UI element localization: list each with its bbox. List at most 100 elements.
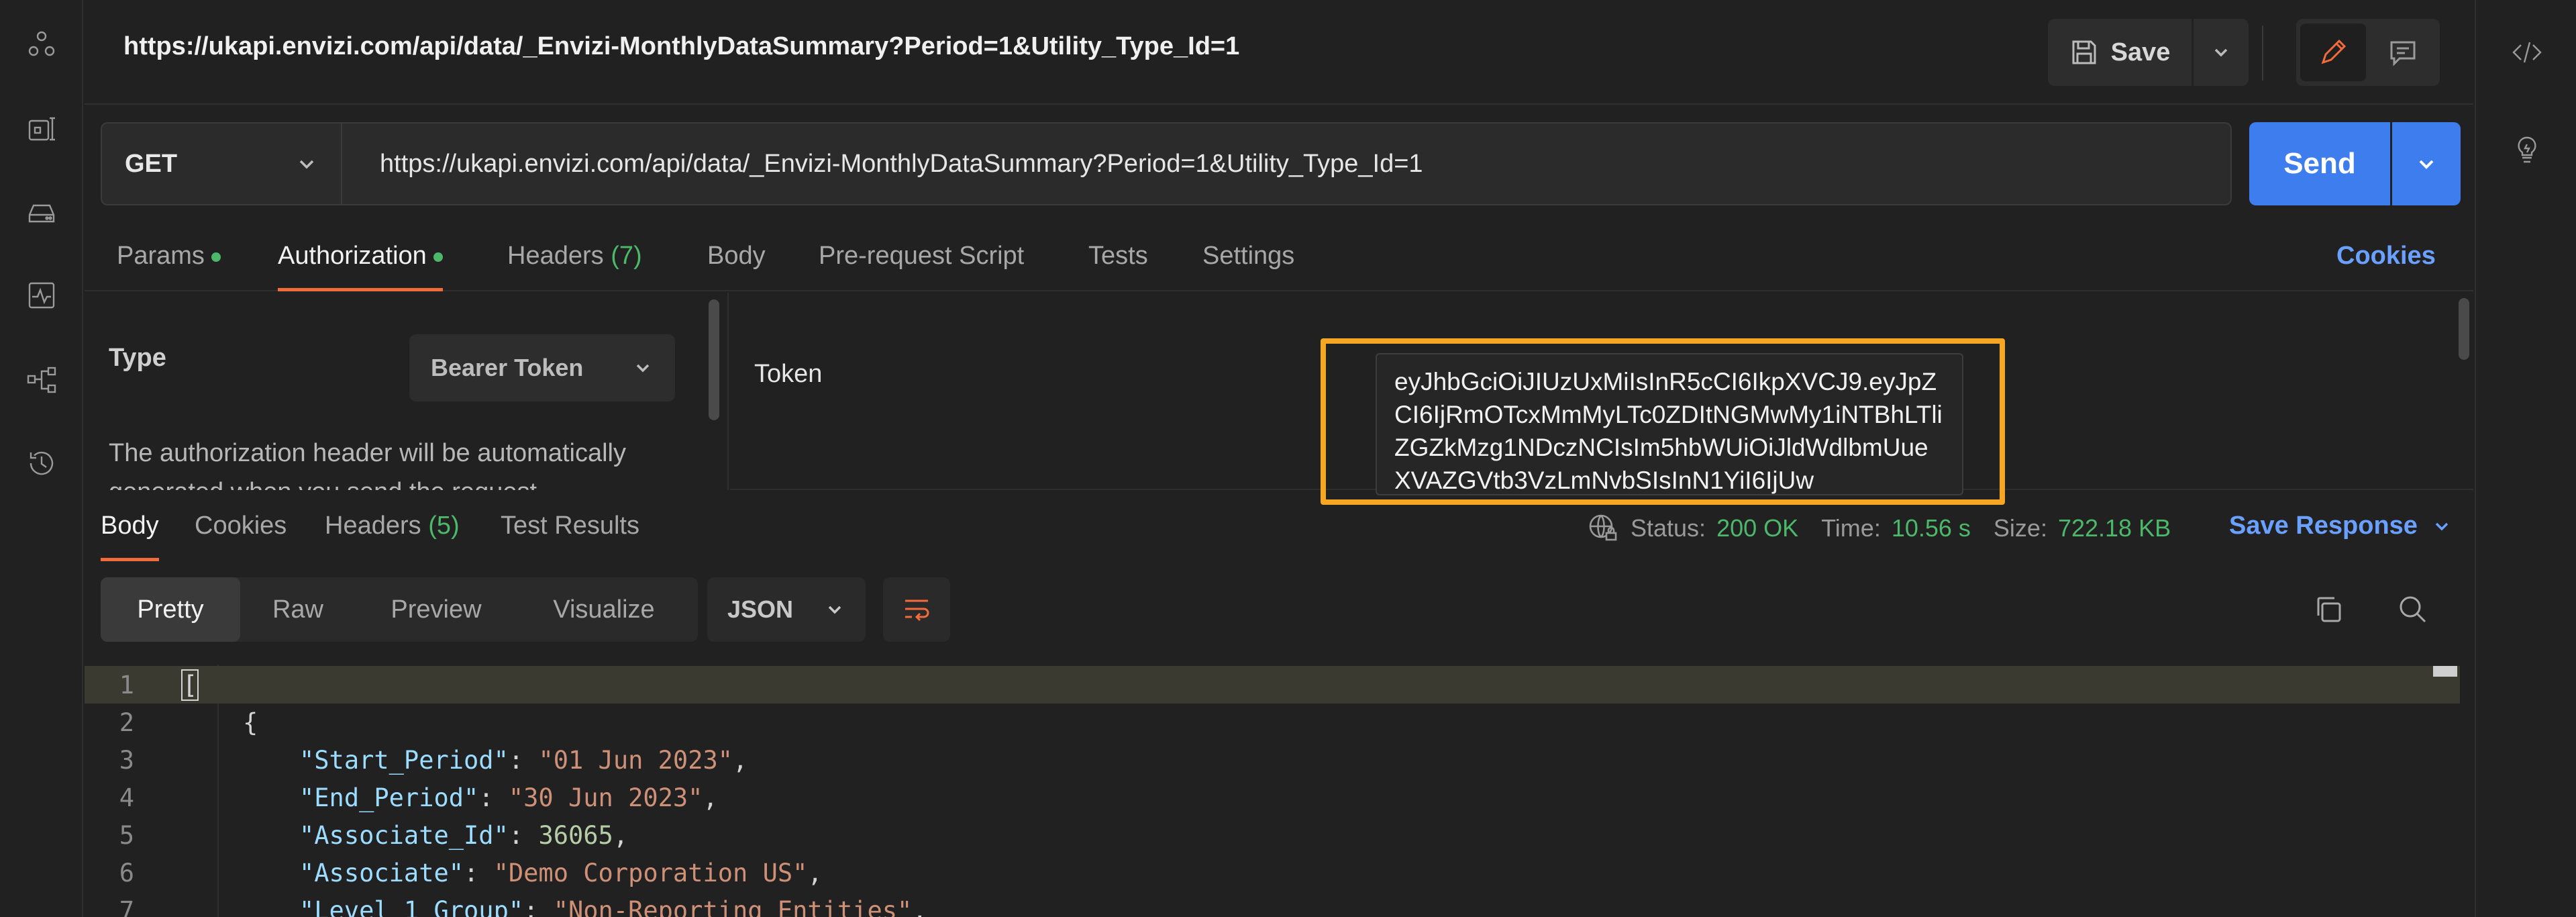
monitors-icon[interactable] [24, 278, 59, 313]
json-value: "Demo Corporation US" [493, 858, 808, 887]
copy-icon[interactable] [2311, 592, 2346, 627]
status-value[interactable]: 200 OK [1716, 514, 1798, 542]
view-raw[interactable]: Raw [240, 577, 356, 642]
size-label: Size: [1993, 514, 2047, 542]
json-key: "Associate" [299, 858, 464, 887]
response-headers-count: (5) [428, 512, 460, 540]
main-panel: https://ukapi.envizi.com/api/data/_Enviz… [85, 0, 2473, 917]
status-label: Status: [1631, 514, 1706, 542]
search-icon[interactable] [2395, 592, 2430, 627]
collections-icon[interactable] [24, 27, 59, 62]
json-value: "30 Jun 2023" [508, 783, 703, 812]
auth-description: The authorization header will be automat… [109, 439, 626, 490]
method-value: GET [125, 149, 178, 178]
toolbar-divider [2262, 26, 2263, 81]
auth-type-select[interactable]: Bearer Token [409, 334, 675, 401]
response-body-editor[interactable]: 1[ 2{ 3 "Start_Period": "01 Jun 2023", 4 "… [85, 665, 2473, 917]
json-value: "01 Jun 2023" [538, 745, 733, 775]
auth-type-panel: Type Bearer Token The authorization head… [85, 293, 729, 490]
save-button[interactable]: Save [2048, 19, 2192, 86]
params-indicator [211, 252, 221, 262]
save-response-label: Save Response [2229, 512, 2418, 540]
send-button[interactable]: Send [2249, 122, 2390, 205]
url-input[interactable]: https://ukapi.envizi.com/api/data/_Enviz… [342, 122, 2232, 205]
line-number: 6 [119, 858, 134, 887]
wrap-icon [905, 599, 929, 622]
save-response-button[interactable]: Save Response [2229, 512, 2453, 540]
line-number: 5 [119, 820, 134, 850]
tab-authorization[interactable]: Authorization [278, 242, 443, 291]
editor-scroll-marker[interactable] [2433, 666, 2457, 677]
view-mode-segment: Pretty Raw Preview Visualize [101, 577, 698, 642]
auth-panel-scrollbar[interactable] [709, 299, 719, 420]
line-number: 4 [119, 783, 134, 812]
response-tab-body[interactable]: Body [101, 512, 159, 561]
globe-lock-icon[interactable] [1586, 512, 1620, 545]
authorization-indicator [433, 252, 443, 262]
save-options-button[interactable] [2194, 19, 2249, 86]
save-group: Save [2048, 19, 2249, 86]
chevron-down-icon [2214, 48, 2228, 57]
code-text: [ [181, 669, 199, 701]
tab-prerequest-script[interactable]: Pre-request Script [819, 242, 1024, 291]
json-key: "Associate_Id" [299, 820, 509, 850]
response-meta: Status: 200 OK Time: 10.56 s Size: 722.1… [1586, 512, 2171, 545]
response-tab-cookies[interactable]: Cookies [195, 512, 287, 561]
line-number: 2 [119, 708, 134, 737]
code-icon[interactable] [2508, 34, 2546, 71]
comments-button[interactable] [2370, 23, 2436, 81]
comment-icon [2390, 41, 2416, 66]
code-text: { [243, 708, 258, 737]
request-header: https://ukapi.envizi.com/api/data/_Enviz… [85, 0, 2473, 105]
view-preview[interactable]: Preview [356, 577, 517, 642]
wrap-lines-button[interactable] [883, 577, 950, 642]
tab-body[interactable]: Body [707, 242, 766, 291]
json-key: "End_Period" [299, 783, 479, 812]
edit-mode-button[interactable] [2300, 23, 2366, 81]
line-number: 1 [119, 670, 134, 699]
token-label: Token [754, 360, 823, 388]
time-value[interactable]: 10.56 s [1892, 514, 1971, 542]
request-title[interactable]: https://ukapi.envizi.com/api/data/_Enviz… [123, 32, 1239, 61]
response-tab-test-results[interactable]: Test Results [501, 512, 639, 561]
token-input[interactable]: eyJhbGciOiJIUzUxMiIsInR5cCI6IkpXVCJ9.eyJ… [1376, 353, 1963, 495]
send-options-button[interactable] [2392, 122, 2461, 205]
cookies-link[interactable]: Cookies [2336, 242, 2436, 271]
chevron-down-icon [636, 364, 650, 373]
request-tabs: Params Authorization Headers (7) Body Pr… [85, 228, 2473, 291]
chevron-down-icon [2419, 160, 2434, 169]
size-value[interactable]: 722.18 KB [2058, 514, 2171, 542]
history-icon[interactable] [24, 446, 59, 481]
flows-icon[interactable] [24, 363, 59, 397]
view-visualize[interactable]: Visualize [517, 577, 691, 642]
chevron-down-icon [828, 606, 841, 614]
line-number: 3 [119, 745, 134, 775]
tab-params-label: Params [117, 242, 205, 270]
save-label: Save [2110, 38, 2171, 66]
method-select[interactable]: GET [101, 122, 342, 205]
time-label: Time: [1821, 514, 1881, 542]
tab-settings[interactable]: Settings [1202, 242, 1294, 291]
json-value: "Non-Reporting Entities" [553, 896, 913, 917]
code-line: 7 "Level_1_Group": "Non-Reporting Entitie… [85, 891, 2460, 917]
send-group: Send [2249, 122, 2461, 205]
mock-servers-icon[interactable] [24, 195, 59, 230]
save-icon [2072, 40, 2096, 64]
format-value: JSON [727, 595, 794, 623]
environments-icon[interactable] [24, 111, 59, 146]
token-panel-scrollbar[interactable] [2459, 298, 2469, 360]
tab-headers[interactable]: Headers (7) [507, 242, 642, 291]
tab-params[interactable]: Params [117, 242, 221, 291]
lightbulb-icon[interactable] [2508, 132, 2546, 169]
line-number: 7 [119, 896, 134, 917]
right-sidebar [2475, 0, 2576, 917]
chevron-down-icon [299, 160, 314, 169]
headers-count: (7) [611, 242, 642, 270]
code-line: 2{ [85, 704, 2460, 741]
response-tab-headers-label: Headers [325, 512, 421, 540]
tab-authorization-label: Authorization [278, 242, 427, 270]
format-select[interactable]: JSON [707, 577, 866, 642]
view-pretty[interactable]: Pretty [101, 577, 240, 642]
tab-tests[interactable]: Tests [1088, 242, 1148, 291]
response-tab-headers[interactable]: Headers (5) [325, 512, 460, 561]
